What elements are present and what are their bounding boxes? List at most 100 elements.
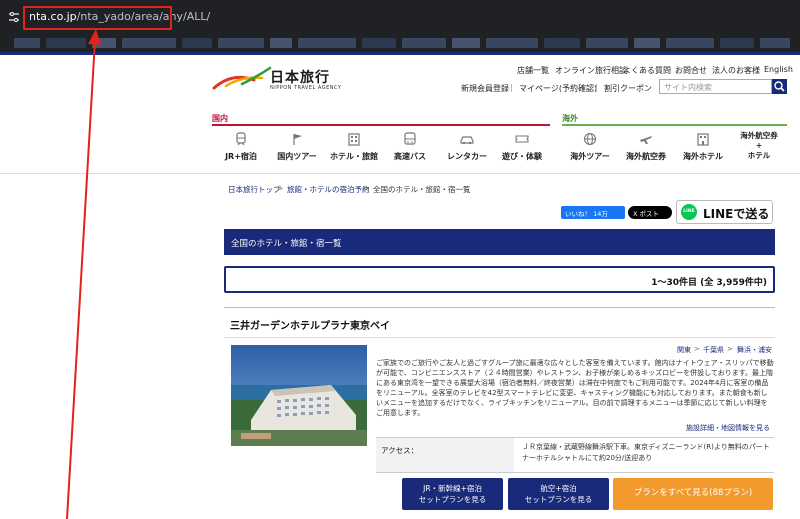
hotel-name-link[interactable]: 三井ガーデンホテルプラナ東京ベイ bbox=[230, 317, 390, 332]
nav-jr-hotel[interactable]: JR+宿泊 bbox=[210, 132, 272, 168]
bookmark-item[interactable] bbox=[92, 38, 116, 48]
breadcrumb-home[interactable]: 日本旅行トップ bbox=[228, 184, 281, 195]
nav-label: 海外ホテル bbox=[683, 152, 723, 161]
jr-hotel-plan-button[interactable]: JR・新幹線+宿泊 セットプランを見る bbox=[402, 478, 503, 510]
link-separator: | bbox=[510, 83, 513, 92]
nav-label: 高速バス bbox=[394, 152, 426, 161]
logo-subtitle: NIPPON TRAVEL AGENCY bbox=[270, 85, 342, 91]
results-count-box: 1〜30件目 (全 3,959件中) bbox=[224, 266, 775, 293]
nav-label: レンタカー bbox=[447, 152, 487, 161]
logo-title: 日本旅行 bbox=[270, 70, 330, 86]
link-corporate[interactable]: 法人のお客様 bbox=[712, 65, 760, 76]
nav-overseas-air-hotel[interactable]: 海外航空券 + ホテル bbox=[728, 131, 790, 167]
bookmark-item[interactable] bbox=[586, 38, 628, 48]
link-coupon[interactable]: 割引クーポン bbox=[604, 83, 652, 94]
bookmark-item[interactable] bbox=[122, 38, 176, 48]
bookmark-item[interactable] bbox=[634, 38, 660, 48]
train-icon bbox=[236, 132, 246, 146]
bookmarks-bar bbox=[0, 34, 800, 52]
ticket-icon bbox=[515, 135, 529, 143]
area-separator: > bbox=[727, 345, 733, 353]
area-kanto[interactable]: 関東 bbox=[677, 345, 691, 355]
url-highlight-box bbox=[23, 6, 172, 30]
nav-label: ホテル・旅館 bbox=[330, 152, 378, 161]
nav-overseas-air[interactable]: 海外航空券 bbox=[615, 132, 677, 168]
browser-address-bar: nta.co.jp/nta_yado/area/any/ALL/ bbox=[0, 0, 800, 34]
x-post-button[interactable]: X ポスト bbox=[628, 206, 672, 219]
nav-divider bbox=[0, 173, 800, 174]
hotel-detail-link[interactable]: 施設詳細・地図情報を見る bbox=[686, 423, 770, 433]
link-register[interactable]: 新規会員登録 bbox=[461, 83, 509, 94]
area-separator: > bbox=[694, 345, 700, 353]
nav-hotel-ryokan[interactable]: ホテル・旅館 bbox=[323, 132, 385, 168]
line-share-label: LINEで送る bbox=[703, 207, 770, 221]
all-plans-button[interactable]: プランをすべて見る(88プラン) bbox=[613, 478, 773, 510]
nav-label: 遊び・体験 bbox=[502, 152, 542, 161]
site-search-input[interactable]: サイト内検索 bbox=[659, 79, 772, 94]
air-hotel-plan-button[interactable]: 航空+宿泊 セットプランを見る bbox=[508, 478, 609, 510]
results-title-bar: 全国のホテル・旅館・宿一覧 bbox=[224, 229, 775, 255]
bookmark-item[interactable] bbox=[720, 38, 754, 48]
link-english[interactable]: English bbox=[764, 65, 793, 74]
bookmark-item[interactable] bbox=[298, 38, 356, 48]
hotel-building-icon bbox=[348, 133, 360, 146]
access-text: ＪＲ京葉線・武蔵野線舞浜駅下車。東京ディズニーランド(R)より無料のパートナーホ… bbox=[522, 443, 770, 462]
link-online-consult[interactable]: オンライン旅行相談 bbox=[555, 65, 627, 76]
hotel-icon bbox=[697, 133, 709, 146]
hotel-photo[interactable] bbox=[231, 345, 367, 446]
bookmark-item[interactable] bbox=[362, 38, 396, 48]
airplane-icon bbox=[640, 136, 652, 144]
results-count: 1〜30件目 (全 3,959件中) bbox=[651, 278, 767, 288]
hotel-description: ご家族でのご旅行やご友人と過ごすグループ旅に最適な広々とした客室を備えています。… bbox=[376, 359, 774, 417]
nav-activities[interactable]: 遊び・体験 bbox=[491, 132, 553, 168]
bookmark-item[interactable] bbox=[760, 38, 790, 48]
nav-overseas-tour[interactable]: 海外ツアー bbox=[559, 132, 621, 168]
logo-swoosh-icon bbox=[212, 66, 272, 90]
breadcrumb-current: 全国のホテル・旅館・宿一覧 bbox=[373, 185, 471, 194]
line-icon: LINE bbox=[681, 204, 697, 220]
search-button[interactable] bbox=[772, 79, 787, 94]
link-mypage[interactable]: マイページ(予約確認) bbox=[519, 83, 597, 94]
nav-domestic-tour[interactable]: 国内ツアー bbox=[266, 132, 328, 168]
bookmark-item[interactable] bbox=[486, 38, 538, 48]
domestic-section-label: 国内 bbox=[212, 114, 228, 123]
link-faq[interactable]: よくある質問 bbox=[623, 65, 671, 76]
facebook-like-button[interactable]: いいね！ 14万 bbox=[561, 206, 625, 219]
bookmark-item[interactable] bbox=[14, 38, 40, 48]
globe-icon bbox=[583, 132, 597, 146]
breadcrumb-separator: > bbox=[363, 184, 370, 193]
site-info-icon[interactable] bbox=[6, 9, 22, 25]
site-logo[interactable]: 日本旅行 NIPPON TRAVEL AGENCY bbox=[212, 66, 341, 96]
bookmark-item[interactable] bbox=[666, 38, 714, 48]
breadcrumb-hotel-booking[interactable]: 旅館・ホテルの宿泊予約 bbox=[287, 184, 370, 195]
link-contact[interactable]: お問合せ bbox=[675, 65, 707, 76]
car-icon bbox=[460, 136, 474, 145]
hotel-card-top-rule bbox=[224, 307, 775, 308]
area-maihama[interactable]: 舞浜・浦安 bbox=[737, 345, 772, 355]
link-stores[interactable]: 店舗一覧 bbox=[517, 65, 549, 76]
access-label: アクセス： bbox=[376, 438, 514, 472]
nav-highway-bus[interactable]: 高速バス bbox=[379, 132, 441, 168]
bookmark-item[interactable] bbox=[452, 38, 480, 48]
bookmark-item[interactable] bbox=[46, 38, 86, 48]
breadcrumb-separator: > bbox=[277, 184, 284, 193]
bookmark-item[interactable] bbox=[402, 38, 446, 48]
search-icon bbox=[774, 81, 785, 92]
line-share-button[interactable]: LINE LINEで送る bbox=[676, 200, 773, 224]
bookmark-item[interactable] bbox=[182, 38, 212, 48]
results-title: 全国のホテル・旅館・宿一覧 bbox=[231, 239, 342, 249]
link-separator: | bbox=[595, 83, 598, 92]
access-row: アクセス： ＪＲ京葉線・武蔵野線舞浜駅下車。東京ディズニーランド(R)より無料の… bbox=[376, 437, 774, 473]
nav-label: 海外航空券 + ホテル bbox=[740, 131, 778, 160]
bookmark-item[interactable] bbox=[270, 38, 292, 48]
header-top-rule bbox=[0, 52, 800, 55]
overseas-section-label: 海外 bbox=[562, 114, 578, 123]
nav-label: JR+宿泊 bbox=[225, 152, 257, 161]
bookmark-item[interactable] bbox=[544, 38, 580, 48]
bookmark-item[interactable] bbox=[218, 38, 264, 48]
nav-label: 国内ツアー bbox=[277, 152, 317, 161]
nav-rental-car[interactable]: レンタカー bbox=[436, 132, 498, 168]
area-chiba[interactable]: 千葉県 bbox=[703, 345, 724, 355]
nav-overseas-hotel[interactable]: 海外ホテル bbox=[672, 132, 734, 168]
bus-icon bbox=[404, 132, 416, 145]
